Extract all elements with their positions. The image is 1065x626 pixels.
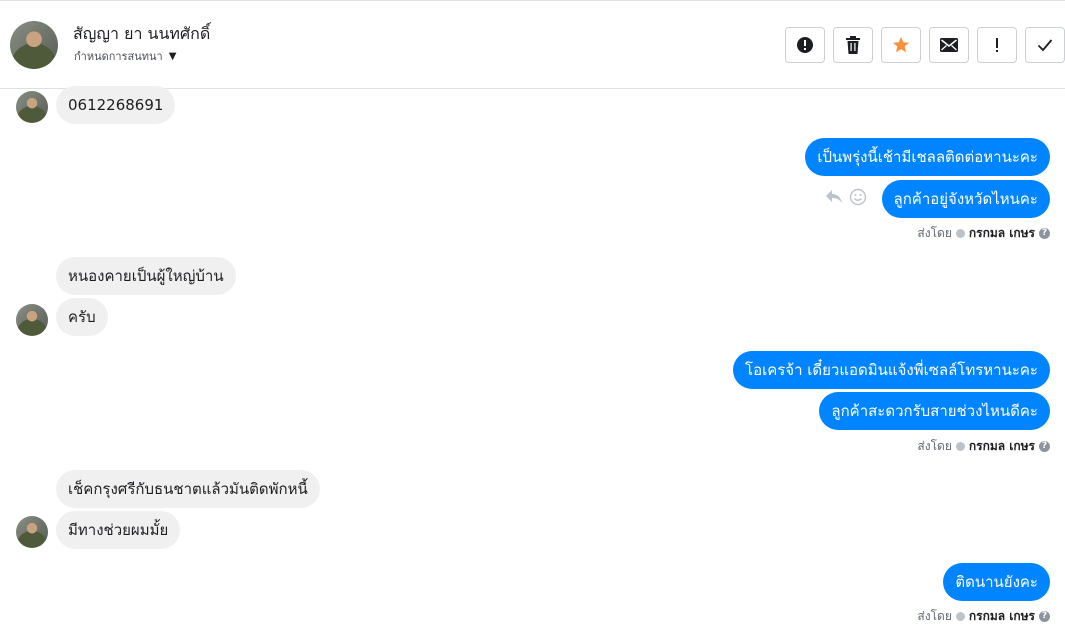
sent-by-label: ส่งโดย กรกมล เกษร ? [917, 224, 1050, 243]
envelope-icon [940, 38, 958, 52]
emoji-react-icon[interactable] [849, 188, 867, 206]
contact-name[interactable]: สัญญา ยา นนทศักดิ์ [73, 22, 210, 47]
done-button[interactable] [1025, 27, 1065, 63]
sent-by-prefix: ส่งโดย [917, 439, 952, 453]
incoming-message[interactable]: มีทางช่วยผมมั้ย [56, 511, 181, 549]
incoming-message[interactable]: ครับ [56, 298, 108, 336]
contact-avatar-small[interactable] [16, 91, 48, 123]
sent-by-label: ส่งโดย กรกมล เกษร ? [917, 437, 1050, 456]
incoming-message[interactable]: หนองคายเป็นผู้ใหญ่บ้าน [56, 257, 236, 295]
follow-up-button[interactable] [977, 27, 1017, 63]
outgoing-message[interactable]: ลูกค้าสะดวกรับสายช่วงไหนดีคะ [819, 392, 1050, 430]
message-actions [825, 188, 867, 206]
star-button[interactable] [881, 27, 921, 63]
verified-icon [955, 442, 965, 451]
caret-down-icon: ▼ [168, 50, 177, 62]
label-dropdown-text: กำหนดการสนทนา [74, 50, 163, 63]
check-icon [1037, 39, 1053, 52]
sent-by-name: กรกมล เกษร [968, 609, 1035, 623]
incoming-message[interactable]: เช็คกรุงศรีกับธนชาตแล้วมันติดพักหนี้ [56, 470, 320, 508]
sent-by-label: ส่งโดย กรกมล เกษร ? [917, 607, 1050, 626]
trash-icon [846, 36, 860, 54]
mark-unread-button[interactable] [929, 27, 969, 63]
sent-by-name: กรกมล เกษร [968, 439, 1035, 453]
outgoing-message[interactable]: เป็นพรุ่งนี้เช้ามีเชลลติดต่อหานะคะ [805, 138, 1050, 176]
help-icon[interactable]: ? [1039, 611, 1050, 622]
outgoing-message[interactable]: โอเครจ้า เดี๋ยวแอดมินแจ้งพี่เซลล์โทรหานะ… [733, 351, 1050, 389]
label-dropdown[interactable]: กำหนดการสนทนา ▼ [74, 47, 176, 65]
help-icon[interactable]: ? [1039, 441, 1050, 452]
conversation-header: สัญญา ยา นนทศักดิ์ กำหนดการสนทนา ▼ [0, 0, 1065, 89]
outgoing-message[interactable]: ลูกค้าอยู่จังหวัดไหนคะ [881, 180, 1050, 218]
contact-avatar[interactable] [10, 21, 58, 69]
conversation-toolbar [785, 27, 1065, 63]
verified-icon [955, 612, 965, 621]
reply-icon[interactable] [825, 189, 843, 205]
outgoing-message[interactable]: ติดนานยังคะ [943, 563, 1050, 601]
delete-button[interactable] [833, 27, 873, 63]
incoming-message[interactable]: 0612268691 [56, 86, 176, 124]
star-icon [893, 37, 909, 53]
help-icon[interactable]: ? [1039, 228, 1050, 239]
alert-circle-icon [797, 37, 813, 53]
exclamation-icon [996, 38, 998, 52]
spam-button[interactable] [785, 27, 825, 63]
sent-by-prefix: ส่งโดย [917, 226, 952, 240]
contact-avatar-small[interactable] [16, 516, 48, 548]
contact-avatar-small[interactable] [16, 304, 48, 336]
sent-by-prefix: ส่งโดย [917, 609, 952, 623]
verified-icon [955, 229, 965, 238]
sent-by-name: กรกมล เกษร [968, 226, 1035, 240]
